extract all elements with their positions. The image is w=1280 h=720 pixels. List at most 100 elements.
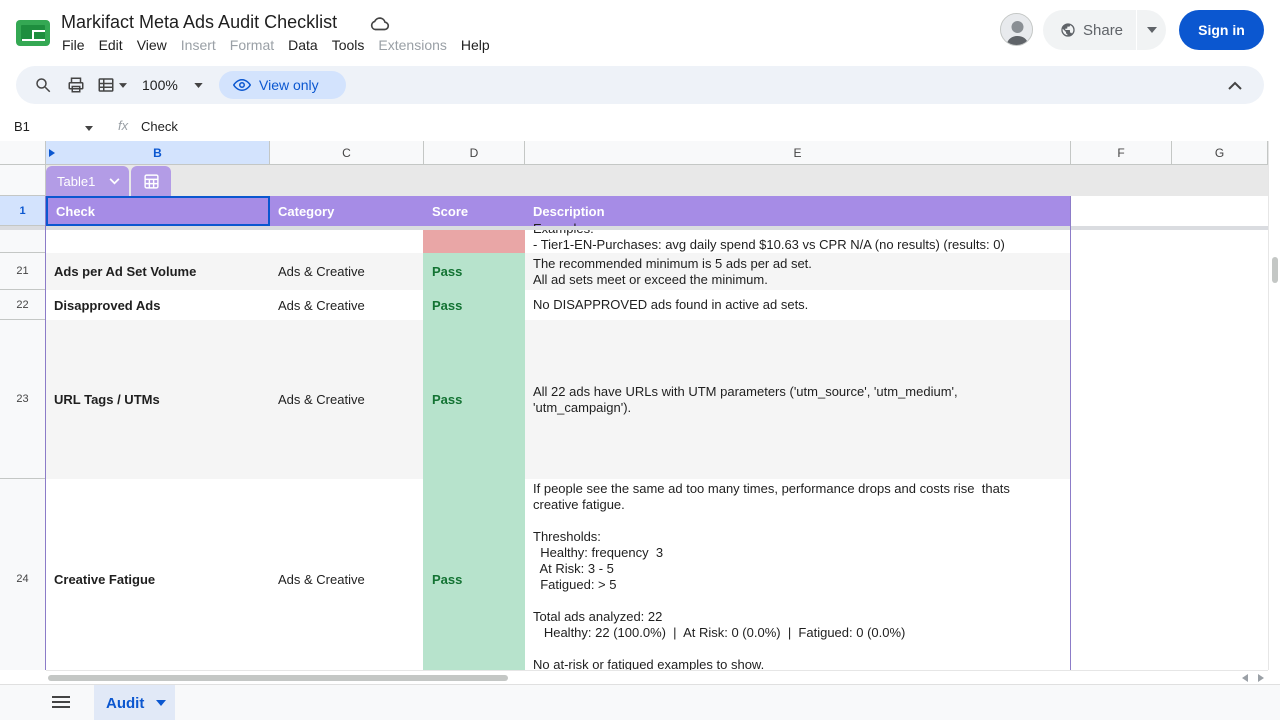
menu-tools[interactable]: Tools xyxy=(332,37,365,53)
table-settings-icon xyxy=(143,173,159,189)
table-settings-button[interactable] xyxy=(131,166,171,196)
score-cell[interactable]: Pass xyxy=(424,479,525,670)
menu-extensions[interactable]: Extensions xyxy=(378,37,446,53)
title-bar: Markifact Meta Ads Audit Checklist File … xyxy=(0,0,1280,62)
row-header-1[interactable]: 1 xyxy=(0,196,46,226)
check-cell[interactable]: Ads per Ad Set Volume xyxy=(46,253,270,290)
menu-icon xyxy=(52,696,70,708)
row-header-partial[interactable] xyxy=(0,230,46,253)
caret-down-icon[interactable] xyxy=(84,118,94,138)
zoom-select[interactable]: 100% xyxy=(142,66,203,104)
name-box[interactable]: B1 xyxy=(14,119,30,134)
sheet-tab-bar: Audit xyxy=(0,684,1280,720)
header-cell-score[interactable]: Score xyxy=(424,196,525,226)
column-header-e[interactable]: E xyxy=(525,141,1071,165)
score-cell[interactable]: Pass xyxy=(424,253,525,290)
vertical-scrollbar[interactable] xyxy=(1268,141,1280,670)
column-header-d[interactable]: D xyxy=(424,141,525,165)
category-cell[interactable]: Ads & Creative xyxy=(270,253,424,290)
description-cell[interactable]: All 22 ads have URLs with UTM parameters… xyxy=(525,320,1071,479)
share-dropdown-button[interactable] xyxy=(1137,10,1166,50)
table-name-chip[interactable]: Table1 xyxy=(46,166,129,196)
select-all-corner[interactable] xyxy=(0,141,46,165)
eye-icon xyxy=(233,78,251,92)
avatar[interactable] xyxy=(1000,13,1033,46)
frozen-row-divider-overlay xyxy=(0,226,1268,230)
table-name: Table1 xyxy=(57,173,96,189)
menu-file[interactable]: File xyxy=(62,37,85,53)
expand-column-icon[interactable] xyxy=(49,149,55,157)
description-cell[interactable]: No DISAPPROVED ads found in active ad se… xyxy=(525,290,1071,320)
row-header-22[interactable]: 22 xyxy=(0,290,46,320)
row-header-21[interactable]: 21 xyxy=(0,253,46,290)
menu-help[interactable]: Help xyxy=(461,37,490,53)
scroll-right-icon[interactable] xyxy=(1258,674,1264,682)
spreadsheet-grid: B C D E F G Table1 1 Check Category Scor… xyxy=(0,141,1268,670)
caret-down-icon xyxy=(119,82,127,88)
header-cell-category[interactable]: Category xyxy=(270,196,424,226)
all-sheets-button[interactable] xyxy=(52,695,70,714)
score-cell[interactable]: Pass xyxy=(424,290,525,320)
menu-format[interactable]: Format xyxy=(230,37,274,53)
menu-insert[interactable]: Insert xyxy=(181,37,216,53)
document-title[interactable]: Markifact Meta Ads Audit Checklist xyxy=(61,12,337,33)
table-view-icon xyxy=(98,78,114,92)
horizontal-scrollbar[interactable] xyxy=(46,670,1268,684)
search-menus-button[interactable] xyxy=(34,66,52,104)
sheet-tab-label: Audit xyxy=(106,694,145,712)
menu-bar: File Edit View Insert Format Data Tools … xyxy=(62,37,504,53)
formula-bar: B1 fx Check xyxy=(0,114,1280,141)
column-header-g[interactable]: G xyxy=(1172,141,1268,165)
header-cell-check[interactable]: Check xyxy=(46,196,270,226)
view-only-badge[interactable]: View only xyxy=(219,71,346,99)
check-cell[interactable]: URL Tags / UTMs xyxy=(46,320,270,479)
zoom-value: 100% xyxy=(142,77,178,93)
share-button-group: Share xyxy=(1043,10,1166,50)
search-icon xyxy=(36,78,51,93)
description-cell[interactable]: If people see the same ad too many times… xyxy=(525,481,1071,670)
caret-down-icon xyxy=(194,82,203,88)
category-cell[interactable]: Ads & Creative xyxy=(270,290,424,320)
category-cell[interactable]: Ads & Creative xyxy=(270,320,424,479)
description-cell[interactable]: The recommended minimum is 5 ads per ad … xyxy=(525,253,1071,290)
check-cell[interactable]: Disapproved Ads xyxy=(46,290,270,320)
chevron-up-icon xyxy=(1228,81,1242,90)
vertical-scroll-thumb[interactable] xyxy=(1272,257,1278,283)
menu-view[interactable]: View xyxy=(137,37,167,53)
check-cell[interactable]: Creative Fatigue xyxy=(46,479,270,670)
scroll-left-icon[interactable] xyxy=(1242,674,1248,682)
sheet-tab-audit[interactable]: Audit xyxy=(94,685,175,720)
sign-in-button[interactable]: Sign in xyxy=(1179,10,1264,50)
score-cell[interactable]: Pass xyxy=(424,320,525,479)
column-header-f[interactable]: F xyxy=(1071,141,1172,165)
select-view-button[interactable] xyxy=(97,66,127,104)
category-cell[interactable]: Ads & Creative xyxy=(270,479,424,670)
menu-data[interactable]: Data xyxy=(288,37,318,53)
row-header-23[interactable]: 23 xyxy=(0,320,46,479)
table-bar: Table1 xyxy=(46,165,1268,196)
row-header-spacer xyxy=(0,165,46,196)
share-button[interactable]: Share xyxy=(1043,10,1136,50)
caret-down-icon[interactable] xyxy=(156,700,167,706)
sheets-logo-icon[interactable] xyxy=(16,20,50,46)
column-header-c[interactable]: C xyxy=(270,141,424,165)
share-label: Share xyxy=(1083,21,1124,39)
cloud-status-icon[interactable] xyxy=(369,13,391,35)
table-border-left xyxy=(45,196,46,670)
chevron-down-icon xyxy=(109,177,120,184)
collapse-menus-button[interactable] xyxy=(1228,66,1242,104)
table-border-right xyxy=(1070,196,1071,670)
row-header-24[interactable]: 24 xyxy=(0,479,46,670)
menu-edit[interactable]: Edit xyxy=(99,37,123,53)
toolbar: 100% View only xyxy=(16,66,1264,104)
print-button[interactable] xyxy=(67,66,85,104)
formula-input[interactable]: Check xyxy=(141,119,178,134)
caret-down-icon xyxy=(1146,27,1157,33)
description-text: - Tier1-EN-Purchases: avg daily spend $1… xyxy=(533,237,1005,252)
globe-icon xyxy=(1061,23,1075,37)
horizontal-scroll-thumb[interactable] xyxy=(48,675,508,681)
fx-icon: fx xyxy=(118,118,129,133)
view-only-label: View only xyxy=(259,77,319,93)
score-cell-fail[interactable] xyxy=(423,230,525,253)
column-header-b[interactable]: B xyxy=(46,141,270,165)
